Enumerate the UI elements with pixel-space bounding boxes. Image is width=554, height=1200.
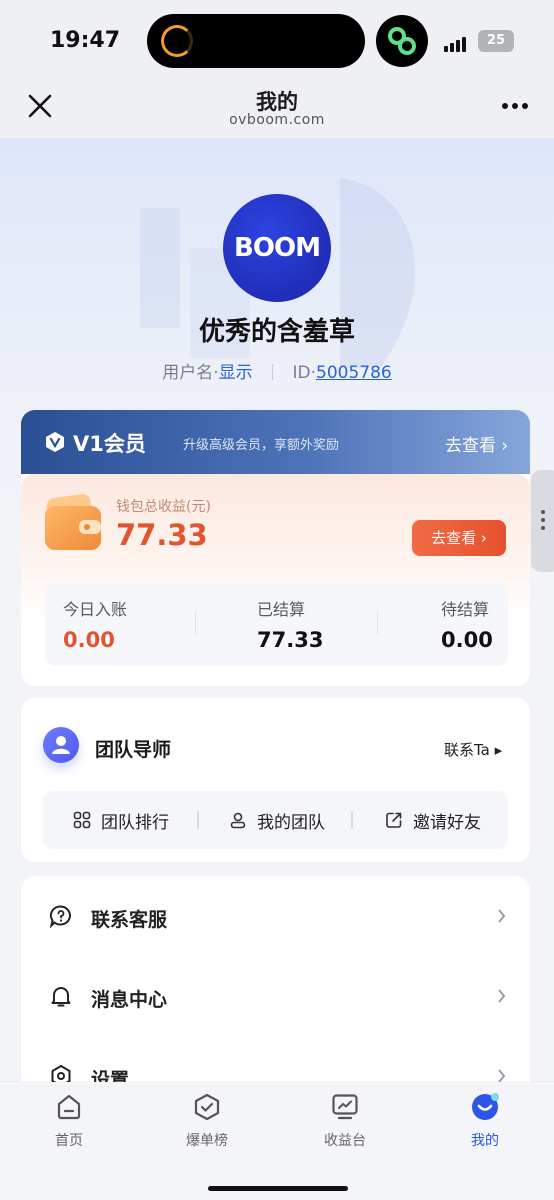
divider bbox=[272, 364, 274, 380]
stat-label: 已结算 bbox=[257, 600, 306, 619]
wallet-total-label: 钱包总收益(元) bbox=[116, 499, 211, 515]
dynamic-island bbox=[147, 14, 365, 68]
tab-hot-list[interactable]: 爆单榜 bbox=[162, 1092, 252, 1150]
menu-label: 消息中心 bbox=[91, 989, 168, 1011]
home-indicator bbox=[208, 1186, 348, 1191]
page-domain: ovboom.com bbox=[229, 112, 325, 128]
id-label: ID· bbox=[292, 363, 316, 383]
floating-side-handle[interactable] bbox=[531, 470, 554, 572]
team-card: 团队导师 联系Ta ▸ 团队排行 我的团队 邀请好友 bbox=[21, 698, 530, 862]
stat-value: 0.00 bbox=[63, 628, 115, 652]
mentor-avatar bbox=[43, 727, 79, 763]
activity-ring-icon bbox=[161, 25, 193, 57]
profile-name: 优秀的含羞草 bbox=[198, 317, 355, 347]
profile-meta: 用户名·显示 ID·5005786 bbox=[0, 358, 554, 383]
nav-bar: 我的 ovboom.com bbox=[0, 84, 554, 138]
tab-label: 首页 bbox=[55, 1133, 83, 1149]
more-icon[interactable] bbox=[500, 100, 530, 112]
contact-mentor-link[interactable]: 联系Ta ▸ bbox=[444, 739, 502, 760]
stat-label: 待结算 bbox=[441, 600, 490, 619]
bell-icon bbox=[51, 987, 71, 1007]
person-icon bbox=[52, 736, 70, 754]
settings-menu: 联系客服 消息中心 设置 bbox=[21, 876, 530, 1082]
menu-item-customer-service[interactable]: 联系客服 bbox=[21, 876, 530, 956]
tab-mine[interactable]: 我的 bbox=[440, 1092, 530, 1150]
tab-label: 爆单榜 bbox=[186, 1133, 228, 1149]
settings-icon bbox=[51, 1065, 71, 1082]
vip-description: 升级高级会员，享额外奖励 bbox=[183, 438, 340, 453]
smile-icon bbox=[472, 1093, 499, 1120]
vip-badge-icon bbox=[46, 432, 64, 452]
stat-settled: 已结算 77.33 bbox=[257, 596, 411, 652]
avatar[interactable]: BOOM bbox=[223, 194, 331, 302]
menu-item-settings[interactable]: 设置 bbox=[21, 1036, 530, 1082]
profile-page: BOOM 优秀的含羞草 用户名·显示 ID·5005786 V1会员 升级高级会… bbox=[0, 138, 554, 1082]
earnings-stats: 今日入账 0.00 已结算 77.33 待结算 0.00 bbox=[45, 582, 508, 666]
invite-friends-button[interactable]: 邀请好友 bbox=[385, 809, 481, 833]
tab-label: 收益台 bbox=[324, 1133, 366, 1149]
menu-label: 联系客服 bbox=[91, 909, 168, 931]
stat-today: 今日入账 0.00 bbox=[63, 596, 217, 652]
person-icon bbox=[230, 812, 246, 829]
divider bbox=[195, 612, 196, 634]
vip-title: V1会员 bbox=[73, 432, 146, 456]
username-label: 用户名· bbox=[162, 363, 219, 383]
wallet-total-amount: 77.33 bbox=[116, 518, 208, 552]
menu-label: 设置 bbox=[91, 1069, 130, 1082]
grid-icon bbox=[73, 811, 91, 829]
wallet-icon bbox=[45, 494, 101, 550]
tab-home[interactable]: 首页 bbox=[24, 1092, 114, 1150]
stat-label: 今日入账 bbox=[63, 600, 128, 619]
avatar-logo-text: BOOM bbox=[234, 233, 321, 263]
divider bbox=[197, 811, 199, 829]
menu-item-messages[interactable]: 消息中心 bbox=[21, 956, 530, 1036]
action-label: 邀请好友 bbox=[413, 812, 481, 833]
vip-wallet-card: V1会员 升级高级会员，享额外奖励 去查看 › 钱包总收益(元) 77.33 去… bbox=[21, 410, 530, 686]
user-id[interactable]: 5005786 bbox=[316, 363, 392, 383]
chat-help-icon bbox=[49, 905, 71, 928]
mentor-title: 团队导师 bbox=[95, 739, 172, 761]
wallet-section: 钱包总收益(元) 77.33 去查看 › 今日入账 0.00 已结算 77.33… bbox=[21, 474, 530, 686]
home-icon bbox=[57, 1094, 81, 1120]
vip-banner[interactable]: V1会员 升级高级会员，享额外奖励 去查看 › bbox=[21, 410, 530, 474]
vip-view-link[interactable]: 去查看 › bbox=[445, 431, 508, 456]
tab-earnings[interactable]: 收益台 bbox=[300, 1092, 390, 1150]
stat-value: 77.33 bbox=[257, 628, 324, 652]
stat-value: 0.00 bbox=[441, 628, 493, 652]
chevron-right-icon bbox=[498, 909, 506, 923]
status-time: 19:47 bbox=[50, 28, 121, 53]
share-icon bbox=[386, 812, 402, 828]
action-label: 团队排行 bbox=[101, 812, 169, 833]
team-actions: 团队排行 我的团队 邀请好友 bbox=[43, 791, 508, 849]
stat-pending: 待结算 0.00 bbox=[441, 596, 530, 652]
divider bbox=[377, 612, 378, 634]
signal-icon bbox=[444, 33, 468, 52]
team-ranking-button[interactable]: 团队排行 bbox=[73, 809, 169, 833]
action-label: 我的团队 bbox=[257, 812, 325, 833]
chevron-right-icon bbox=[498, 1069, 506, 1082]
chart-icon bbox=[332, 1094, 358, 1120]
battery-indicator: 25 bbox=[478, 30, 514, 52]
shield-check-icon bbox=[194, 1093, 220, 1121]
tab-label: 我的 bbox=[471, 1133, 499, 1149]
bottom-tab-bar: 首页 爆单榜 收益台 我的 bbox=[0, 1082, 554, 1200]
username-toggle[interactable]: 显示 bbox=[219, 363, 253, 383]
status-bar: 19:47 25 bbox=[0, 0, 554, 84]
wallet-view-button[interactable]: 去查看 › bbox=[412, 520, 506, 556]
divider bbox=[351, 811, 353, 829]
my-team-button[interactable]: 我的团队 bbox=[229, 809, 325, 833]
chevron-right-icon bbox=[498, 989, 506, 1003]
link-icon bbox=[376, 15, 428, 67]
